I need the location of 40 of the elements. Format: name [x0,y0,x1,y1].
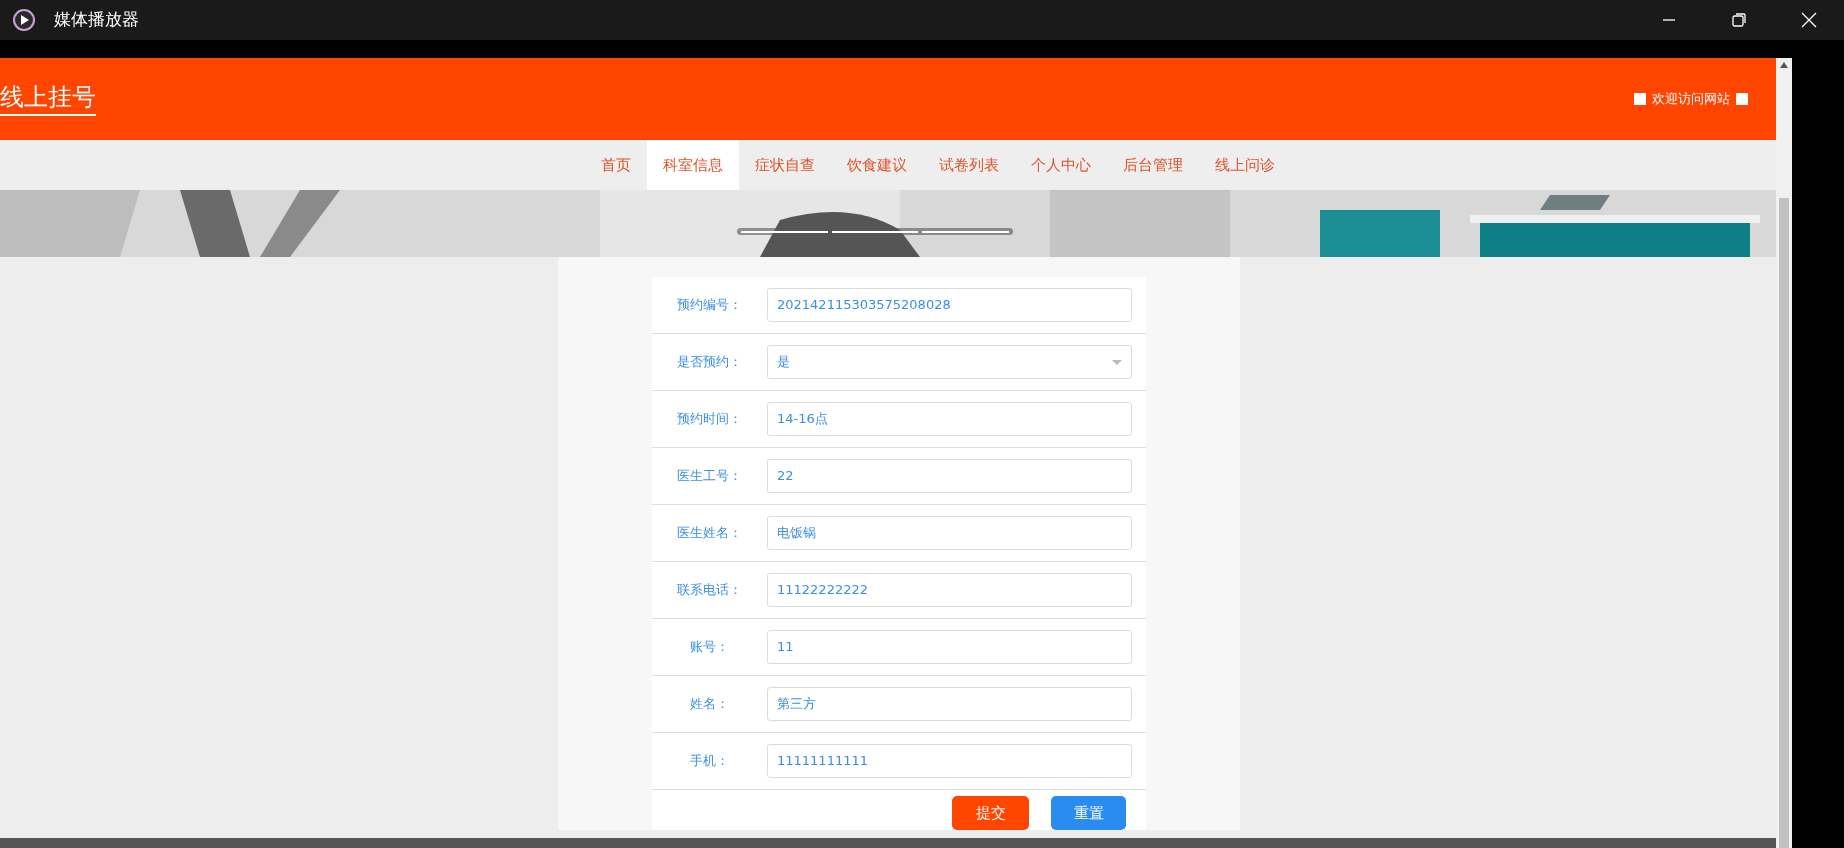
nav-tab[interactable]: 症状自查 [739,140,831,190]
nav-tab[interactable]: 试卷列表 [923,140,1015,190]
scrollbar-thumb[interactable] [1779,198,1789,848]
welcome-text: 欢迎访问网站 [1652,90,1730,109]
square-icon [1736,93,1748,105]
nav-tab[interactable]: 个人中心 [1015,140,1107,190]
input-field[interactable]: 第三方 [767,687,1132,721]
field-label: 手机： [689,752,730,771]
input-field[interactable]: 11111111111 [767,744,1132,778]
play-icon [12,8,36,32]
square-icon [1634,93,1646,105]
field-label: 是否预约： [676,353,743,372]
field-label: 账号： [689,638,730,657]
field-label: 联系电话： [676,581,743,600]
site-logo[interactable]: 线上挂号 [0,82,96,116]
field-label: 医生工号： [676,467,743,486]
window-title: 媒体播放器 [54,8,139,32]
field-label: 预约编号： [676,296,743,315]
field-label: 预约时间： [676,410,743,429]
nav-tab[interactable]: 线上问诊 [1199,140,1291,190]
field-label: 姓名： [689,695,730,714]
nav-tab[interactable]: 饮食建议 [831,140,923,190]
select-field[interactable]: 是 [767,345,1132,379]
nav-tab[interactable]: 后台管理 [1107,140,1199,190]
input-field[interactable]: 11 [767,630,1132,664]
nav-tab[interactable]: 科室信息 [647,140,739,190]
scroll-up-icon[interactable] [1780,62,1788,68]
input-field[interactable]: 22 [767,459,1132,493]
input-field[interactable]: 14-16点 [767,402,1132,436]
close-icon [1801,12,1817,28]
input-field[interactable]: 11122222222 [767,573,1132,607]
reset-button[interactable]: 重置 [1051,796,1126,830]
caret-icon [1112,359,1122,365]
carousel-indicator[interactable] [737,228,1013,235]
restore-icon [1732,13,1746,27]
nav-tab[interactable]: 首页 [585,140,647,190]
field-label: 医生姓名： [676,524,743,543]
input-field[interactable]: 202142115303575208028 [767,288,1132,322]
input-field[interactable]: 电饭锅 [767,516,1132,550]
submit-button[interactable]: 提交 [952,796,1029,830]
